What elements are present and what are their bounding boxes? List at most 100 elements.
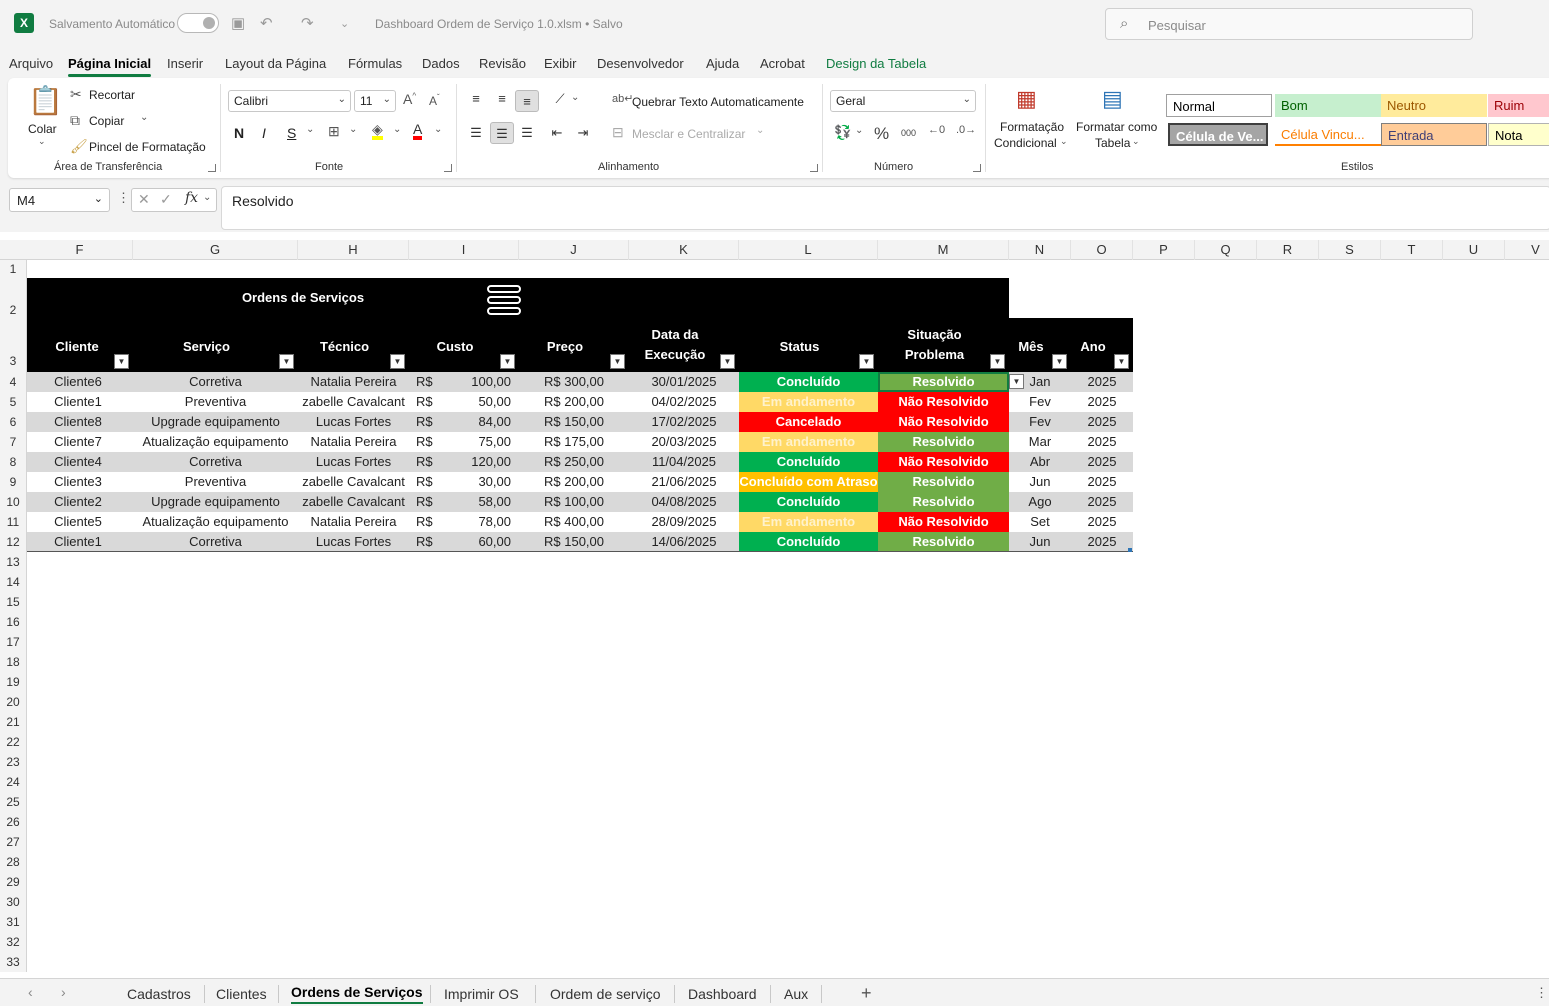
- style-celula-verificacao[interactable]: Célula de Ve...: [1168, 123, 1268, 146]
- row-header[interactable]: 22: [0, 732, 27, 752]
- menu-design-tabela[interactable]: Design da Tabela: [826, 56, 926, 71]
- number-format-select[interactable]: Geral ⌄: [830, 90, 976, 112]
- style-celula-vinculada[interactable]: Célula Vincu...: [1275, 123, 1381, 146]
- row-header[interactable]: 6: [0, 412, 27, 432]
- spreadsheet-grid[interactable]: Ordens de Serviços Cliente ▼ Serviço ▼ Técni…: [27, 260, 1549, 978]
- chevron-down-icon[interactable]: ⌄: [1060, 136, 1068, 147]
- row-header[interactable]: 18: [0, 652, 27, 672]
- cell-custo[interactable]: 84,00: [409, 412, 519, 432]
- column-header-t[interactable]: T: [1381, 240, 1443, 260]
- decrease-decimal-icon[interactable]: .0→: [956, 124, 976, 136]
- chevron-down-icon[interactable]: ⌄: [855, 125, 863, 136]
- column-header-i[interactable]: I: [409, 240, 519, 260]
- cell-ano[interactable]: 2025: [1071, 512, 1133, 532]
- row-header[interactable]: 13: [0, 552, 27, 572]
- style-entrada[interactable]: Entrada: [1381, 123, 1487, 146]
- font-launcher-icon[interactable]: [444, 164, 452, 172]
- cell-preco[interactable]: R$ 100,00: [519, 492, 629, 512]
- cell-custo[interactable]: 58,00: [409, 492, 519, 512]
- row-header[interactable]: 5: [0, 392, 27, 412]
- autosave-toggle[interactable]: [177, 13, 219, 33]
- increase-indent-icon[interactable]: ⇥: [571, 122, 595, 144]
- row-header[interactable]: 26: [0, 812, 27, 832]
- filter-dropdown-icon[interactable]: ▼: [1052, 354, 1067, 369]
- conditional-formatting-button-2[interactable]: Condicional: [994, 136, 1057, 150]
- cell-data-execucao[interactable]: 14/06/2025: [629, 532, 739, 552]
- confirm-icon[interactable]: ✓: [160, 191, 172, 208]
- row-header[interactable]: 1: [0, 260, 27, 278]
- undo-icon[interactable]: ↶: [260, 14, 273, 32]
- cell-situacao-problema[interactable]: Resolvido: [878, 432, 1009, 452]
- column-header-f[interactable]: F: [27, 240, 133, 260]
- row-header[interactable]: 21: [0, 712, 27, 732]
- paste-icon[interactable]: 📋: [28, 84, 63, 117]
- column-header-u[interactable]: U: [1443, 240, 1505, 260]
- cell-data-execucao[interactable]: 11/04/2025: [629, 452, 739, 472]
- row-header[interactable]: 32: [0, 932, 27, 952]
- cell-data-execucao[interactable]: 04/08/2025: [629, 492, 739, 512]
- chevron-down-icon[interactable]: ⌄: [1132, 136, 1140, 147]
- cancel-icon[interactable]: ✕: [138, 191, 150, 208]
- add-sheet-icon[interactable]: +: [861, 983, 872, 1004]
- cell-status[interactable]: Cancelado: [739, 412, 878, 432]
- cell-ano[interactable]: 2025: [1071, 492, 1133, 512]
- orientation-icon[interactable]: ⟋: [548, 88, 572, 110]
- row-header[interactable]: 11: [0, 512, 27, 532]
- cell-data-execucao[interactable]: 04/02/2025: [629, 392, 739, 412]
- cell-mes[interactable]: Set: [1009, 512, 1071, 532]
- row-header[interactable]: 2: [0, 278, 27, 318]
- cell-status[interactable]: Concluído: [739, 492, 878, 512]
- cell-ano[interactable]: 2025: [1071, 392, 1133, 412]
- cell-preco[interactable]: R$ 200,00: [519, 392, 629, 412]
- cell-cliente[interactable]: Cliente7: [27, 432, 129, 452]
- row-header[interactable]: 8: [0, 452, 27, 472]
- currency-icon[interactable]: 💱: [834, 124, 851, 141]
- filter-dropdown-icon[interactable]: ▼: [500, 354, 515, 369]
- fill-color-icon[interactable]: ◈: [372, 122, 383, 140]
- style-ruim[interactable]: Ruim: [1488, 94, 1549, 117]
- row-header[interactable]: 3: [0, 318, 27, 372]
- sheet-tab-cadastros[interactable]: Cadastros: [127, 986, 191, 1002]
- wrap-text-button[interactable]: Quebrar Texto Automaticamente: [632, 95, 804, 109]
- column-header-k[interactable]: K: [629, 240, 739, 260]
- quick-access-menu-icon[interactable]: ⌄: [340, 17, 349, 30]
- cell-servico[interactable]: Corretiva: [133, 452, 298, 472]
- italic-button[interactable]: I: [262, 125, 266, 141]
- cell-situacao-problema[interactable]: Resolvido: [878, 492, 1009, 512]
- scroll-left-icon[interactable]: ‹: [28, 984, 33, 1000]
- cell-servico[interactable]: Upgrade equipamento: [133, 492, 298, 512]
- row-header[interactable]: 7: [0, 432, 27, 452]
- cell-tecnico[interactable]: zabelle Cavalcant: [298, 472, 409, 492]
- filter-dropdown-icon[interactable]: ▼: [720, 354, 735, 369]
- cell-situacao-problema[interactable]: Resolvido: [878, 372, 1009, 392]
- menu-acrobat[interactable]: Acrobat: [760, 56, 805, 71]
- cell-custo[interactable]: 78,00: [409, 512, 519, 532]
- cell-ano[interactable]: 2025: [1071, 432, 1133, 452]
- cut-button[interactable]: Recortar: [89, 88, 135, 102]
- cell-custo[interactable]: 100,00: [409, 372, 519, 392]
- row-header[interactable]: 12: [0, 532, 27, 552]
- table-resize-handle[interactable]: [1128, 548, 1132, 552]
- row-header[interactable]: 28: [0, 852, 27, 872]
- row-header[interactable]: 27: [0, 832, 27, 852]
- cell-custo[interactable]: 30,00: [409, 472, 519, 492]
- cell-preco[interactable]: R$ 150,00: [519, 412, 629, 432]
- format-as-table-button[interactable]: Formatar como: [1076, 120, 1157, 134]
- column-header-o[interactable]: O: [1071, 240, 1133, 260]
- font-name-select[interactable]: Calibri ⌄: [228, 90, 351, 112]
- name-box[interactable]: M4 ⌄: [9, 188, 110, 212]
- increase-font-icon[interactable]: A^: [403, 91, 416, 107]
- chevron-down-icon[interactable]: ⌄: [203, 192, 211, 203]
- filter-dropdown-icon[interactable]: ▼: [279, 354, 294, 369]
- cell-mes[interactable]: Jun: [1009, 532, 1071, 552]
- cell-status[interactable]: Em andamento: [739, 512, 878, 532]
- filter-dropdown-icon[interactable]: ▼: [390, 354, 405, 369]
- cell-custo[interactable]: 50,00: [409, 392, 519, 412]
- file-name[interactable]: Dashboard Ordem de Serviço 1.0.xlsm • Sa…: [375, 17, 623, 31]
- cell-status[interactable]: Concluído com Atraso: [739, 472, 878, 492]
- menu-ajuda[interactable]: Ajuda: [706, 56, 739, 71]
- cell-ano[interactable]: 2025: [1071, 412, 1133, 432]
- scroll-right-icon[interactable]: ›: [61, 984, 66, 1000]
- style-normal[interactable]: Normal: [1166, 94, 1272, 117]
- menu-formulas[interactable]: Fórmulas: [348, 56, 402, 71]
